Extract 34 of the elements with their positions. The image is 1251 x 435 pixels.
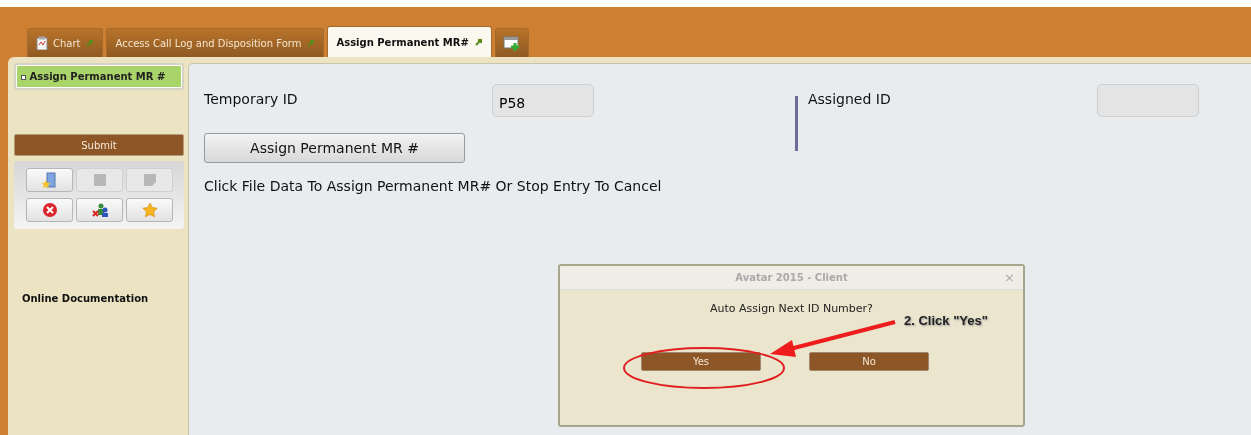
tool-button[interactable] [76,198,123,222]
star-icon [140,202,159,218]
callout-text: 2. Click "Yes" [904,313,988,328]
close-icon [40,202,59,218]
tool-button[interactable] [26,168,73,192]
instruction-text: Click File Data To Assign Permanent MR# Or Stop Entry To Cancel [204,178,663,194]
tab-label: Chart [53,37,81,49]
people-icon [90,202,109,218]
field-label: Temporary ID [204,90,299,107]
id-field[interactable]: P58 [492,84,594,117]
tool-button[interactable] [26,198,73,222]
folder-star-icon [40,172,59,188]
tab[interactable]: Chart [27,28,104,57]
field-label: Assigned ID [808,90,892,107]
clipboard-icon [36,36,48,50]
bullet-icon [21,75,26,80]
dialog-button[interactable]: Yes [641,352,761,371]
documentation-link[interactable]: Online Documentation [22,293,184,304]
tab-label: Assign Permanent MR# [336,36,469,48]
id-field[interactable] [1097,84,1199,117]
pin-icon [85,38,95,48]
tab-label: Access Call Log and Disposition Form [115,37,302,49]
dialog-button[interactable]: No [809,352,929,371]
submit-button[interactable]: Submit [14,134,184,156]
add-window-icon [502,35,521,51]
tab[interactable]: Access Call Log and Disposition Form [106,28,325,57]
new-tab-button[interactable] [494,28,529,57]
pin-icon [473,37,483,47]
dialog-message: Auto Assign Next ID Number? [709,302,874,315]
assign-button[interactable]: Assign Permanent MR # [204,133,465,163]
pin-icon [306,38,316,48]
tab[interactable]: Assign Permanent MR# [327,26,492,57]
sidebar-item[interactable]: Assign Permanent MR # [17,66,181,87]
dialog-title: Avatar 2015 - Client [735,272,848,283]
